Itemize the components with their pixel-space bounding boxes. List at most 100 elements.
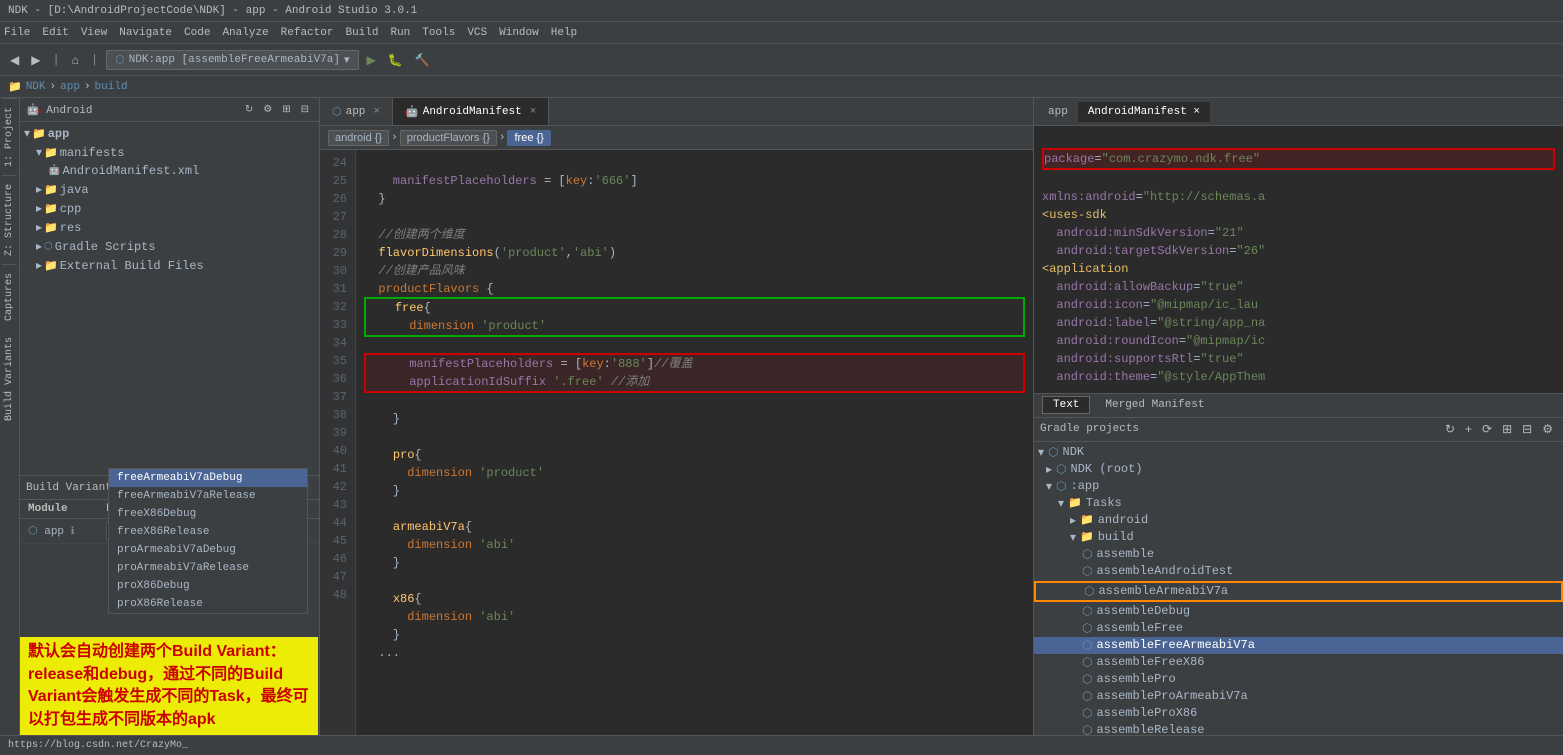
assemblePro-label: assemblePro [1096,672,1175,686]
assemble-label: assemble [1096,547,1154,561]
gradle-item-assembleFreeArmeabiV7a[interactable]: ⬡ assembleFreeArmeabiV7a [1034,637,1563,654]
menu-navigate[interactable]: Navigate [119,27,172,39]
assembleFreeArmeabiV7a-label: assembleFreeArmeabiV7a [1096,638,1254,652]
run-button[interactable]: ▶ [363,51,380,69]
dropdown-item-proArmeabiV7aDebug[interactable]: proArmeabiV7aDebug [109,541,307,559]
gradle-item-assembleProX86[interactable]: ⬡ assembleProX86 [1034,705,1563,722]
merged-manifest-tab[interactable]: Merged Manifest [1094,396,1215,414]
dropdown-item-freeArmeabiV7aRelease[interactable]: freeArmeabiV7aRelease [109,487,307,505]
tree-item-java[interactable]: ▸ 📁 java [20,180,319,199]
sync-button[interactable]: ↻ [241,102,257,117]
menu-build[interactable]: Build [345,27,378,39]
tree-item-app[interactable]: ▾ 📁 app [20,124,319,143]
app-proj-label: :app [1071,479,1100,493]
gradle-item-ndk-root-proj[interactable]: ▸ ⬡ NDK (root) [1034,461,1563,478]
gradle-icon: ⬡ [115,53,125,67]
gradle-item-assembleFree[interactable]: ⬡ assembleFree [1034,620,1563,637]
run-config-dropdown[interactable]: ⬡ NDK:app [assembleFreeArmeabiV7a] ▾ [106,50,358,70]
dropdown-item-proX86Debug[interactable]: proX86Debug [109,577,307,595]
gradle-item-assembleArmeabiV7a[interactable]: ⬡ assembleArmeabiV7a [1034,581,1563,602]
tree-item-gradle[interactable]: ▸ ⬡ Gradle Scripts [20,237,319,256]
gradle-item-assembleProArmeabiV7a[interactable]: ⬡ assembleProArmeabiV7a [1034,688,1563,705]
side-tab-build-variants[interactable]: Build Variants [2,329,17,429]
menu-run[interactable]: Run [390,27,410,39]
dropdown-item-freeX86Debug[interactable]: freeX86Debug [109,505,307,523]
forward-button[interactable]: ▶ [27,51,44,69]
gradle-sync-btn[interactable]: ⟳ [1478,420,1496,438]
android-breadcrumb-btn[interactable]: android {} [328,130,389,146]
task-icon: ⬡ [1082,672,1092,687]
annotation-text: 默认会自动创建两个Build Variant：release和debug，通过不… [20,637,318,735]
side-tab-captures[interactable]: Captures [2,264,17,329]
debug-button[interactable]: 🐛 [384,51,407,69]
tab-app-gradle[interactable]: ⬡ app × [320,98,393,125]
editor-breadcrumb: android {} › productFlavors {} › free {} [320,126,1033,150]
back-button[interactable]: ◀ [6,51,23,69]
build-folder-label: build [1098,530,1134,544]
gradle-add-btn[interactable]: + [1461,420,1476,438]
variant-dropdown[interactable]: freeArmeabiV7aDebug freeArmeabiV7aReleas… [108,468,308,614]
gradle-settings-btn[interactable]: ⚙ [1538,420,1557,438]
close-manifest-tab-icon[interactable]: × [530,106,537,118]
menu-refactor[interactable]: Refactor [281,27,334,39]
gradle-item-assembleRelease[interactable]: ⬡ assembleRelease [1034,722,1563,736]
dropdown-item-proArmeabiV7aRelease[interactable]: proArmeabiV7aRelease [109,559,307,577]
tree-item-res[interactable]: ▸ 📁 res [20,218,319,237]
menu-tools[interactable]: Tools [422,27,455,39]
build-button[interactable]: 🔨 [411,51,434,69]
gradle-expand-btn[interactable]: ⊞ [1498,420,1516,438]
gradle-item-assemble[interactable]: ⬡ assemble [1034,546,1563,563]
menu-help[interactable]: Help [551,27,577,39]
close-tab-icon[interactable]: × [373,106,380,118]
menu-view[interactable]: View [81,27,107,39]
expand-button[interactable]: ⊞ [278,102,294,117]
free-breadcrumb-btn[interactable]: free {} [507,130,550,146]
left-panel: 🤖 Android ↻ ⚙ ⊞ ⊟ ▾ 📁 app ▾ [20,98,320,735]
gradle-item-assembleDebug[interactable]: ⬡ assembleDebug [1034,603,1563,620]
side-tab-structure[interactable]: Z: Structure [2,175,17,264]
gradle-item-assemblePro[interactable]: ⬡ assemblePro [1034,671,1563,688]
line-numbers: 24 25 26 27 28 29 30 31 32 33 34 35 36 3… [320,150,356,735]
menu-window[interactable]: Window [499,27,539,39]
tree-item-external-build[interactable]: ▸ 📁 External Build Files [20,256,319,275]
dropdown-item-proX86Release[interactable]: proX86Release [109,595,307,613]
breadcrumb-ndk[interactable]: NDK [26,81,46,93]
gradle-item-tasks[interactable]: ▾ 📁 Tasks [1034,495,1563,512]
text-tab[interactable]: Text [1042,396,1090,414]
product-flavors-breadcrumb-btn[interactable]: productFlavors {} [400,130,497,146]
manifest-app-tab[interactable]: app [1038,102,1078,122]
android-label: 🤖 Android [26,103,93,117]
gradle-item-android[interactable]: ▸ 📁 android [1034,512,1563,529]
gradle-item-app-proj[interactable]: ▾ ⬡ :app [1034,478,1563,495]
breadcrumb-build[interactable]: build [95,81,128,93]
tab-android-manifest[interactable]: 🤖 AndroidManifest × [393,98,549,125]
code-content[interactable]: manifestPlaceholders = [key:'666'] } //创… [356,150,1033,735]
menu-code[interactable]: Code [184,27,210,39]
tree-item-cpp[interactable]: ▸ 📁 cpp [20,199,319,218]
gradle-collapse-btn[interactable]: ⊟ [1518,420,1536,438]
side-tab-project[interactable]: 1: Project [2,98,17,175]
home-button[interactable]: ⌂ [68,51,83,69]
manifest-androidmanifest-tab[interactable]: AndroidManifest × [1078,102,1210,122]
menu-vcs[interactable]: VCS [467,27,487,39]
gradle-item-build-folder[interactable]: ▾ 📁 build [1034,529,1563,546]
android-folder-icon: 📁 [1080,513,1094,527]
menu-file[interactable]: File [4,27,30,39]
tree-item-manifests[interactable]: ▾ 📁 manifests [20,143,319,162]
chevron-down-icon: ▾ [1058,496,1064,511]
collapse-button[interactable]: ⊟ [297,102,313,117]
dropdown-item-freeArmeabiV7aDebug[interactable]: freeArmeabiV7aDebug [109,469,307,487]
tree-item-manifest-xml[interactable]: 🤖 AndroidManifest.xml [20,162,319,180]
breadcrumb-app[interactable]: app [60,81,80,93]
menu-analyze[interactable]: Analyze [222,27,268,39]
gradle-folder-icon: ⬡ [44,241,53,253]
menu-edit[interactable]: Edit [42,27,68,39]
dropdown-item-freeX86Release[interactable]: freeX86Release [109,523,307,541]
gradle-refresh-btn[interactable]: ↻ [1441,420,1459,438]
gradle-item-ndk-root[interactable]: ▾ ⬡ NDK [1034,444,1563,461]
gradle-panel-header: Gradle projects ↻ + ⟳ ⊞ ⊟ ⚙ [1034,418,1563,442]
gradle-item-assembleAndroidTest[interactable]: ⬡ assembleAndroidTest [1034,563,1563,580]
settings-button[interactable]: ⚙ [259,102,276,117]
gradle-item-assembleFreeX86[interactable]: ⬡ assembleFreeX86 [1034,654,1563,671]
assembleAndroidTest-label: assembleAndroidTest [1096,564,1233,578]
